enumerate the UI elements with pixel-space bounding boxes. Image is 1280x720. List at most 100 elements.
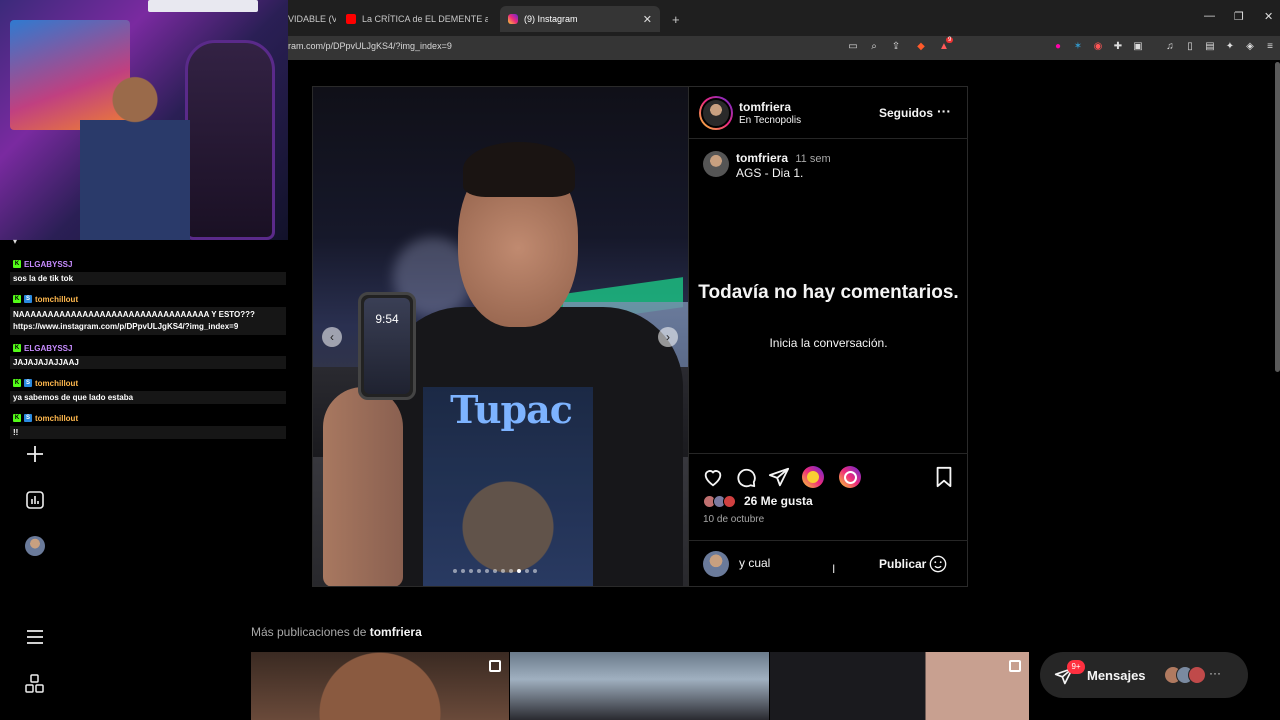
post-actions: 26 Me gusta 10 de octubre Publicar [689, 453, 968, 593]
music-icon[interactable]: ♫ [1163, 40, 1177, 54]
person-hair [463, 142, 575, 197]
cast-icon[interactable]: ▭ [846, 40, 860, 54]
window-close-icon[interactable]: ✕ [1264, 10, 1273, 23]
no-comments-title: Todavía no hay comentarios. [698, 282, 959, 303]
more-chats-icon: ··· [1209, 666, 1221, 680]
carousel-dot [509, 569, 513, 573]
carousel-dot [453, 569, 457, 573]
author-avatar[interactable] [699, 96, 733, 130]
story-share-icon[interactable] [839, 466, 861, 488]
no-comments-subtitle: Inicia la conversación. [769, 336, 888, 350]
kick-badge-icon: K [13, 379, 21, 387]
chat-message: K Stomchillout NAAAAAAAAAAAAAAAAAAAAAAAAA… [10, 287, 286, 335]
chat-username[interactable]: K ELGABYSSJ [10, 258, 76, 270]
instagram-icon [508, 14, 518, 24]
wall-light [148, 0, 258, 12]
phone-screen: 9:54 [364, 298, 410, 394]
author-username[interactable]: tomfriera [739, 100, 791, 114]
sidebar-icon[interactable]: ▯ [1183, 40, 1197, 54]
carousel-dot [525, 569, 529, 573]
comment-icon[interactable] [735, 466, 757, 488]
caption-avatar[interactable] [703, 151, 729, 177]
share-icon[interactable] [768, 466, 790, 488]
puzzle-icon[interactable]: ✚ [1111, 40, 1125, 54]
more-posts-user[interactable]: tomfriera [370, 625, 422, 639]
carousel-dot [501, 569, 505, 573]
likes-row[interactable]: 26 Me gusta [703, 494, 813, 508]
zoom-icon[interactable]: ⌕ [867, 40, 881, 54]
more-posts-prefix: Más publicaciones de [251, 625, 370, 639]
new-tab-button[interactable]: + [664, 6, 688, 32]
page-scrollbar[interactable] [1275, 62, 1280, 372]
chat-username[interactable]: K ELGABYSSJ [10, 342, 76, 354]
carousel-dot [477, 569, 481, 573]
emoji-icon[interactable] [929, 555, 947, 578]
carousel-indicator-icon [1009, 660, 1021, 672]
url-text[interactable]: ram.com/p/DPpvULJgKS4/?img_index=9 [288, 41, 452, 51]
carousel-dot [533, 569, 537, 573]
menu-icon[interactable] [25, 627, 45, 647]
kick-badge-icon: K [13, 295, 21, 303]
extension-icon[interactable]: ● [1051, 40, 1065, 54]
close-tab-icon[interactable]: ✕ [643, 13, 652, 26]
messages-count-badge: 9+ [1067, 660, 1085, 674]
carousel-dot [485, 569, 489, 573]
create-icon[interactable] [25, 444, 45, 464]
caption-username[interactable]: tomfriera [736, 151, 788, 165]
post-location[interactable]: En Tecnopolis [739, 115, 801, 126]
chat-text: ya sabemos de que lado estaba [10, 391, 286, 404]
likes-count[interactable]: 26 Me gusta [744, 494, 813, 508]
youtube-icon [346, 14, 356, 24]
chat-message: K ELGABYSSJ JAJAJAJAJJAAJ [10, 336, 286, 369]
following-button[interactable]: Seguidos [879, 106, 933, 120]
apps-icon[interactable] [25, 674, 45, 694]
save-icon[interactable] [934, 466, 956, 488]
browser-menu-icon[interactable]: ≡ [1263, 40, 1277, 54]
dashboard-icon[interactable] [25, 490, 45, 510]
previous-image-button[interactable]: ‹ [322, 327, 342, 347]
post-photo[interactable]: Tupac 9:54 ‹ › [313, 87, 688, 586]
caption-text: AGS - Dia 1. [736, 166, 804, 180]
chat-message: K Stomchillout ya sabemos de que lado est… [10, 371, 286, 404]
wallet-icon[interactable]: ▤ [1203, 40, 1217, 54]
carousel-dot-active [517, 569, 521, 573]
brave-shield-icon[interactable]: ◆ [914, 40, 928, 54]
more-post-thumbnail[interactable] [770, 652, 1029, 720]
gaming-chair [185, 40, 275, 240]
comment-input[interactable] [739, 556, 859, 570]
carousel-dot [469, 569, 473, 573]
post-modal: Tupac 9:54 ‹ › tomfriera En Tecnopolis S… [312, 86, 968, 587]
post-sidebar: tomfriera En Tecnopolis Seguidos ··· tom… [688, 87, 968, 586]
extension-icon[interactable]: ◉ [1091, 40, 1105, 54]
share-icon[interactable]: ⇪ [889, 40, 903, 54]
messages-button[interactable]: 9+ Mensajes ··· [1040, 652, 1248, 698]
chat-username[interactable]: K Stomchillout [10, 412, 82, 424]
browser-tab-active[interactable]: (9) Instagram ✕ [500, 6, 660, 32]
more-post-thumbnail[interactable] [510, 652, 769, 720]
rewards-badge: 9 [946, 37, 954, 43]
maximize-icon[interactable]: ❐ [1234, 10, 1244, 23]
chat-username[interactable]: K Stomchillout [10, 377, 82, 389]
minimize-icon[interactable]: — [1204, 10, 1215, 22]
chat-text: !! [10, 426, 286, 439]
profile-avatar[interactable] [25, 536, 45, 556]
carousel-indicator-icon [489, 660, 501, 672]
next-image-button[interactable]: › [658, 327, 678, 347]
extension-icon[interactable]: ▣ [1131, 40, 1145, 54]
person-arm [323, 387, 403, 586]
vpn-icon[interactable]: ◈ [1243, 40, 1257, 54]
reaction-icon[interactable] [802, 466, 824, 488]
chat-text: JAJAJAJAJJAAJ [10, 356, 286, 369]
more-options-icon[interactable]: ··· [937, 103, 951, 119]
browser-tab[interactable]: La CRÍTICA de EL DEMENTE a BOFFE [338, 6, 488, 32]
phone-time: 9:54 [375, 312, 399, 326]
more-post-thumbnail[interactable] [251, 652, 509, 720]
publish-button[interactable]: Publicar [879, 557, 926, 571]
browser-tab[interactable]: VIDABLE (V... [288, 6, 336, 32]
extension-icon[interactable]: ✶ [1071, 40, 1085, 54]
carousel-dot [493, 569, 497, 573]
leo-icon[interactable]: ✦ [1223, 40, 1237, 54]
like-icon[interactable] [702, 466, 724, 488]
recent-chat-avatars: ··· [1164, 666, 1221, 684]
chat-username[interactable]: K Stomchillout [10, 293, 82, 305]
